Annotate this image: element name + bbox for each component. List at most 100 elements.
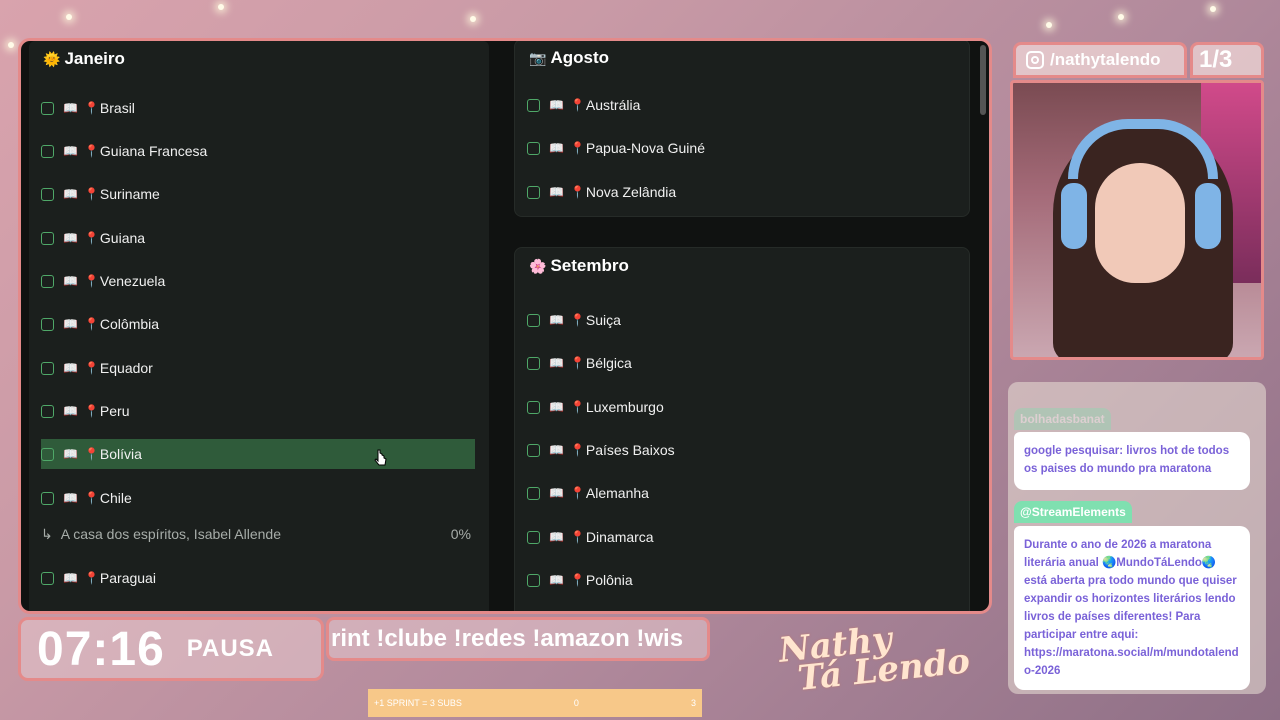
checkbox[interactable] [527,400,540,414]
scrollbar[interactable] [980,45,986,115]
country-label: Equador [99,360,153,376]
checkbox[interactable] [41,274,54,288]
checkbox[interactable] [41,361,54,375]
goal-target: 3 [690,698,696,708]
list-item-highlighted[interactable]: 📖 📍 Bolívia [41,439,475,469]
list-item[interactable]: 📖 📍 Venezuela [41,266,489,296]
country-label: Colômbia [99,316,160,332]
fairy-light [8,42,14,48]
country-label: Luxemburgo [585,399,664,415]
timer-state: PAUSA [186,635,274,662]
instagram-handle: /nathytalendo [1013,42,1187,78]
book-icon: 📖 [549,356,564,370]
book-subtask[interactable]: ↳ A casa dos espíritos, Isabel Allende 0… [41,519,471,549]
pin-icon: 📍 [83,317,99,331]
fairy-lights-wire [0,0,520,40]
pin-icon: 📍 [83,404,99,418]
checkbox[interactable] [527,443,540,457]
pin-icon: 📍 [83,274,99,288]
book-icon: 📖 [549,98,564,112]
list-item[interactable]: 📖 📍 Brasil [41,93,489,123]
country-label: Chile [99,490,132,506]
checkbox[interactable] [41,144,54,158]
list-item[interactable]: 📖 📍 Peru [41,396,489,426]
checkbox[interactable] [41,317,54,331]
fairy-lights-wire [950,0,1280,30]
country-label: Dinamarca [585,529,654,545]
book-icon: 📖 [549,313,564,327]
pin-icon: 📍 [569,573,585,587]
list-item[interactable]: 📖 📍 Equador [41,353,489,383]
pin-icon: 📍 [569,141,585,155]
pin-icon: 📍 [83,491,99,505]
country-label: Nova Zelândia [585,184,677,200]
checkbox[interactable] [41,404,54,418]
book-icon: 📖 [549,530,564,544]
flower-icon: 🌸 [529,257,547,274]
pin-icon: 📍 [83,101,99,115]
book-icon: 📖 [63,144,78,158]
list-item[interactable]: 📖 📍 Bélgica [527,348,969,378]
country-label: Bolívia [99,446,142,462]
month-title-september: 🌸 Setembro [529,256,629,276]
checkbox[interactable] [41,101,54,115]
list-item[interactable]: 📖 📍 Guiana Francesa [41,136,489,166]
checkbox[interactable] [41,447,54,461]
checkbox[interactable] [527,141,540,155]
fairy-light [1046,22,1052,28]
book-icon: 📖 [63,491,78,505]
mouse-cursor-icon [374,449,387,466]
month-label: Setembro [550,256,629,275]
pin-icon: 📍 [83,144,99,158]
list-item[interactable]: 📖 📍 Dinamarca [527,522,969,552]
list-item[interactable]: 📖 📍 Nova Zelândia [527,177,969,207]
list-item[interactable]: 📖 📍 Suriname [41,179,489,209]
checkbox[interactable] [527,185,540,199]
list-item[interactable]: 📖 📍 Papua-Nova Guiné [527,133,969,163]
book-icon: 📖 [549,573,564,587]
pin-icon: 📍 [569,313,585,327]
checkbox[interactable] [527,486,540,500]
book-progress: 0% [450,526,471,542]
january-column: 🌞 Janeiro 📖 📍 Brasil 📖 📍 Guiana Francesa 📖 📍 S… [29,41,489,611]
book-icon: 📖 [549,185,564,199]
right-column: 📷 Agosto 📖 📍 Austrália 📖 📍 Papua-Nova Guiné … [514,41,970,611]
list-item[interactable]: 📖 📍 Guiana [41,223,489,253]
page-text: 1/3 [1199,46,1233,73]
book-icon: 📖 [549,400,564,414]
book-icon: 📖 [63,447,78,461]
list-item[interactable]: 📖 📍 Polônia [527,565,969,595]
list-item[interactable]: 📖 📍 Colômbia [41,309,489,339]
commands-ticker: rint !clube !redes !amazon !wis [326,617,710,661]
list-item[interactable]: 📖 📍 Países Baixos [527,435,969,465]
list-item[interactable]: 📖 📍 Alemanha [527,478,969,508]
list-item[interactable]: 📖 📍 Chile [41,483,489,513]
list-item[interactable]: 📖 📍 Austrália [527,90,969,120]
checkbox[interactable] [527,313,540,327]
fairy-light [1210,6,1216,12]
checkbox[interactable] [41,571,54,585]
pin-icon: 📍 [83,231,99,245]
page-indicator: 1/3 [1190,42,1264,78]
pin-icon: 📍 [569,400,585,414]
country-label: Países Baixos [585,442,675,458]
book-icon: 📖 [63,231,78,245]
country-label: Suiça [585,312,621,328]
checkbox[interactable] [527,530,540,544]
pin-icon: 📍 [83,447,99,461]
list-item[interactable]: 📖 📍 Luxemburgo [527,392,969,422]
chat-message: google pesquisar: livros hot de todos os… [1014,432,1250,490]
checkbox[interactable] [41,491,54,505]
book-title: A casa dos espíritos, Isabel Allende [60,526,281,542]
checkbox[interactable] [527,573,540,587]
checkbox[interactable] [527,356,540,370]
list-item[interactable]: 📖 📍 Paraguai [41,563,489,593]
checkbox[interactable] [41,231,54,245]
book-icon: 📖 [63,187,78,201]
checkbox[interactable] [41,187,54,201]
reading-list-window: 🌞 Janeiro 📖 📍 Brasil 📖 📍 Guiana Francesa 📖 📍 S… [18,38,992,614]
checkbox[interactable] [527,98,540,112]
list-item[interactable]: 📖 📍 Suiça [527,305,969,335]
timer-value: 07:16 [37,622,165,676]
handle-text: /nathytalendo [1050,50,1161,69]
